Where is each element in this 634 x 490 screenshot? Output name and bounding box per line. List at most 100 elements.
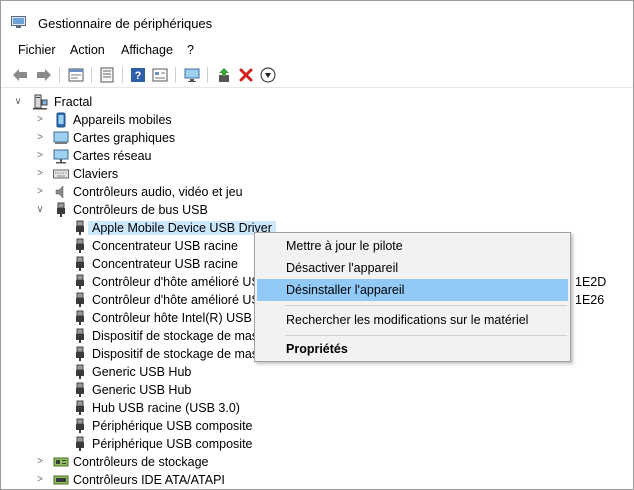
ctx-properties-label: Propriétés	[286, 342, 348, 356]
usb-device-row[interactable]: Hub USB racine (USB 3.0)	[1, 399, 633, 417]
mobile-device-icon	[56, 112, 66, 128]
usb-device-label-tail: 1E26	[575, 293, 605, 307]
usb-device-row[interactable]: Périphérique USB composite	[1, 435, 633, 453]
keyboard-icon	[53, 169, 69, 179]
view-icon[interactable]	[151, 66, 169, 84]
tree-category[interactable]: > Cartes graphiques	[1, 129, 633, 147]
expand-chevron-icon[interactable]: >	[35, 150, 45, 162]
tree-category-label: Claviers	[73, 167, 119, 181]
usb-device-label: Contrôleur hôte Intel(R) USB 3	[92, 311, 263, 325]
window-title: Gestionnaire de périphériques	[38, 16, 213, 31]
tree-category-label: Contrôleurs de stockage	[73, 455, 209, 469]
usb-plug-icon	[76, 346, 84, 361]
menu-bar: Fichier Action Affichage ?	[1, 37, 633, 61]
tree-root-label: Fractal	[54, 95, 93, 109]
disable-down-icon[interactable]	[259, 66, 277, 84]
usb-device-label: Périphérique USB composite	[92, 437, 253, 451]
tree-category[interactable]: > Claviers	[1, 165, 633, 183]
expand-chevron-icon[interactable]: >	[35, 474, 45, 486]
usb-plug-icon	[76, 274, 84, 289]
ctx-update-driver-label: Mettre à jour le pilote	[286, 239, 403, 253]
expand-chevron-icon[interactable]: >	[35, 114, 45, 126]
toolbar-separator	[175, 67, 176, 83]
toolbar-separator	[207, 67, 208, 83]
toolbar: ?	[1, 63, 633, 88]
expand-chevron-icon[interactable]: >	[35, 168, 45, 180]
usb-device-row[interactable]: Generic USB Hub	[1, 363, 633, 381]
collapse-chevron-icon[interactable]: ∨	[13, 96, 23, 108]
svg-text:?: ?	[135, 70, 142, 82]
usb-plug-icon	[76, 256, 84, 271]
ctx-scan-hardware-label: Rechercher les modifications sur le maté…	[286, 313, 529, 327]
tree-category[interactable]: > Contrôleurs IDE ATA/ATAPI	[1, 471, 633, 489]
usb-device-label: Concentrateur USB racine	[92, 257, 238, 271]
expand-chevron-icon[interactable]: >	[35, 186, 45, 198]
usb-plug-icon	[76, 418, 84, 433]
tree-category[interactable]: > Contrôleurs audio, vidéo et jeu	[1, 183, 633, 201]
usb-plug-icon	[76, 292, 84, 307]
tree-category-label: Appareils mobiles	[73, 113, 172, 127]
monitor-icon[interactable]	[183, 66, 201, 84]
title-bar: Gestionnaire de périphériques	[1, 1, 633, 37]
properties-window-icon[interactable]	[67, 66, 85, 84]
usb-device-label: Périphérique USB composite	[92, 419, 253, 433]
usb-device-label: Generic USB Hub	[92, 383, 192, 397]
graphics-card-icon	[53, 131, 69, 144]
tree-category-label: Contrôleurs de bus USB	[73, 203, 208, 217]
usb-device-label-selected: Apple Mobile Device USB Driver	[88, 221, 276, 235]
tree-category-label: Cartes réseau	[73, 149, 152, 163]
usb-device-label: Contrôleur d'hôte amélioré US	[92, 275, 260, 289]
toolbar-separator	[59, 67, 60, 83]
tree-category[interactable]: ∨ Contrôleurs de bus USB	[1, 201, 633, 219]
usb-device-label: Generic USB Hub	[92, 365, 192, 379]
usb-device-row[interactable]: Périphérique USB composite	[1, 417, 633, 435]
usb-plug-icon	[76, 400, 84, 415]
back-arrow-icon[interactable]	[11, 66, 29, 84]
tree-category-label: Contrôleurs audio, vidéo et jeu	[73, 185, 243, 199]
ctx-disable-device-label: Désactiver l'appareil	[286, 261, 399, 275]
usb-device-label: Hub USB racine (USB 3.0)	[92, 401, 240, 415]
device-manager-icon	[11, 16, 26, 28]
menu-fichier[interactable]: Fichier	[18, 43, 56, 57]
forward-arrow-icon[interactable]	[35, 66, 53, 84]
ctx-disable-device[interactable]: Désactiver l'appareil	[257, 257, 568, 279]
usb-plug-icon	[76, 382, 84, 397]
expand-chevron-icon[interactable]: >	[35, 132, 45, 144]
update-driver-icon[interactable]	[215, 66, 233, 84]
ide-controller-icon	[53, 475, 69, 485]
usb-plug-icon	[76, 436, 84, 451]
usb-plug-icon	[76, 238, 84, 253]
toolbar-separator	[91, 67, 92, 83]
help-icon[interactable]: ?	[129, 66, 147, 84]
tree-category[interactable]: > Contrôleurs de stockage	[1, 453, 633, 471]
device-list-icon[interactable]	[98, 66, 116, 84]
usb-device-label: Dispositif de stockage de mass	[92, 347, 265, 361]
menu-affichage[interactable]: Affichage	[121, 43, 173, 57]
ctx-scan-hardware[interactable]: Rechercher les modifications sur le maté…	[257, 309, 568, 331]
network-card-icon	[53, 149, 69, 164]
tree-root[interactable]: ∨ Fractal	[1, 93, 633, 111]
toolbar-separator	[122, 67, 123, 83]
ctx-uninstall-device[interactable]: Désinstaller l'appareil	[257, 279, 568, 301]
speaker-icon	[55, 185, 64, 199]
expand-chevron-icon[interactable]: >	[35, 456, 45, 468]
usb-plug-icon	[76, 220, 84, 235]
usb-device-row[interactable]: Generic USB Hub	[1, 381, 633, 399]
storage-controller-icon	[53, 457, 69, 467]
collapse-chevron-icon[interactable]: ∨	[35, 204, 45, 216]
ctx-separator	[285, 305, 567, 306]
tree-category[interactable]: > Appareils mobiles	[1, 111, 633, 129]
usb-device-label: Concentrateur USB racine	[92, 239, 238, 253]
usb-device-label-tail: 1E2D	[575, 275, 607, 289]
usb-device-label: Contrôleur d'hôte amélioré US	[92, 293, 260, 307]
tree-category[interactable]: > Cartes réseau	[1, 147, 633, 165]
menu-help[interactable]: ?	[187, 43, 194, 57]
ctx-update-driver[interactable]: Mettre à jour le pilote	[257, 235, 568, 257]
usb-plug-icon	[76, 310, 84, 325]
uninstall-x-icon[interactable]	[237, 66, 255, 84]
tree-category-label: Cartes graphiques	[73, 131, 176, 145]
context-menu: Mettre à jour le pilote Désactiver l'app…	[254, 232, 571, 362]
tree-category-label: Contrôleurs IDE ATA/ATAPI	[73, 473, 225, 487]
ctx-properties[interactable]: Propriétés	[257, 338, 568, 360]
menu-action[interactable]: Action	[70, 43, 105, 57]
